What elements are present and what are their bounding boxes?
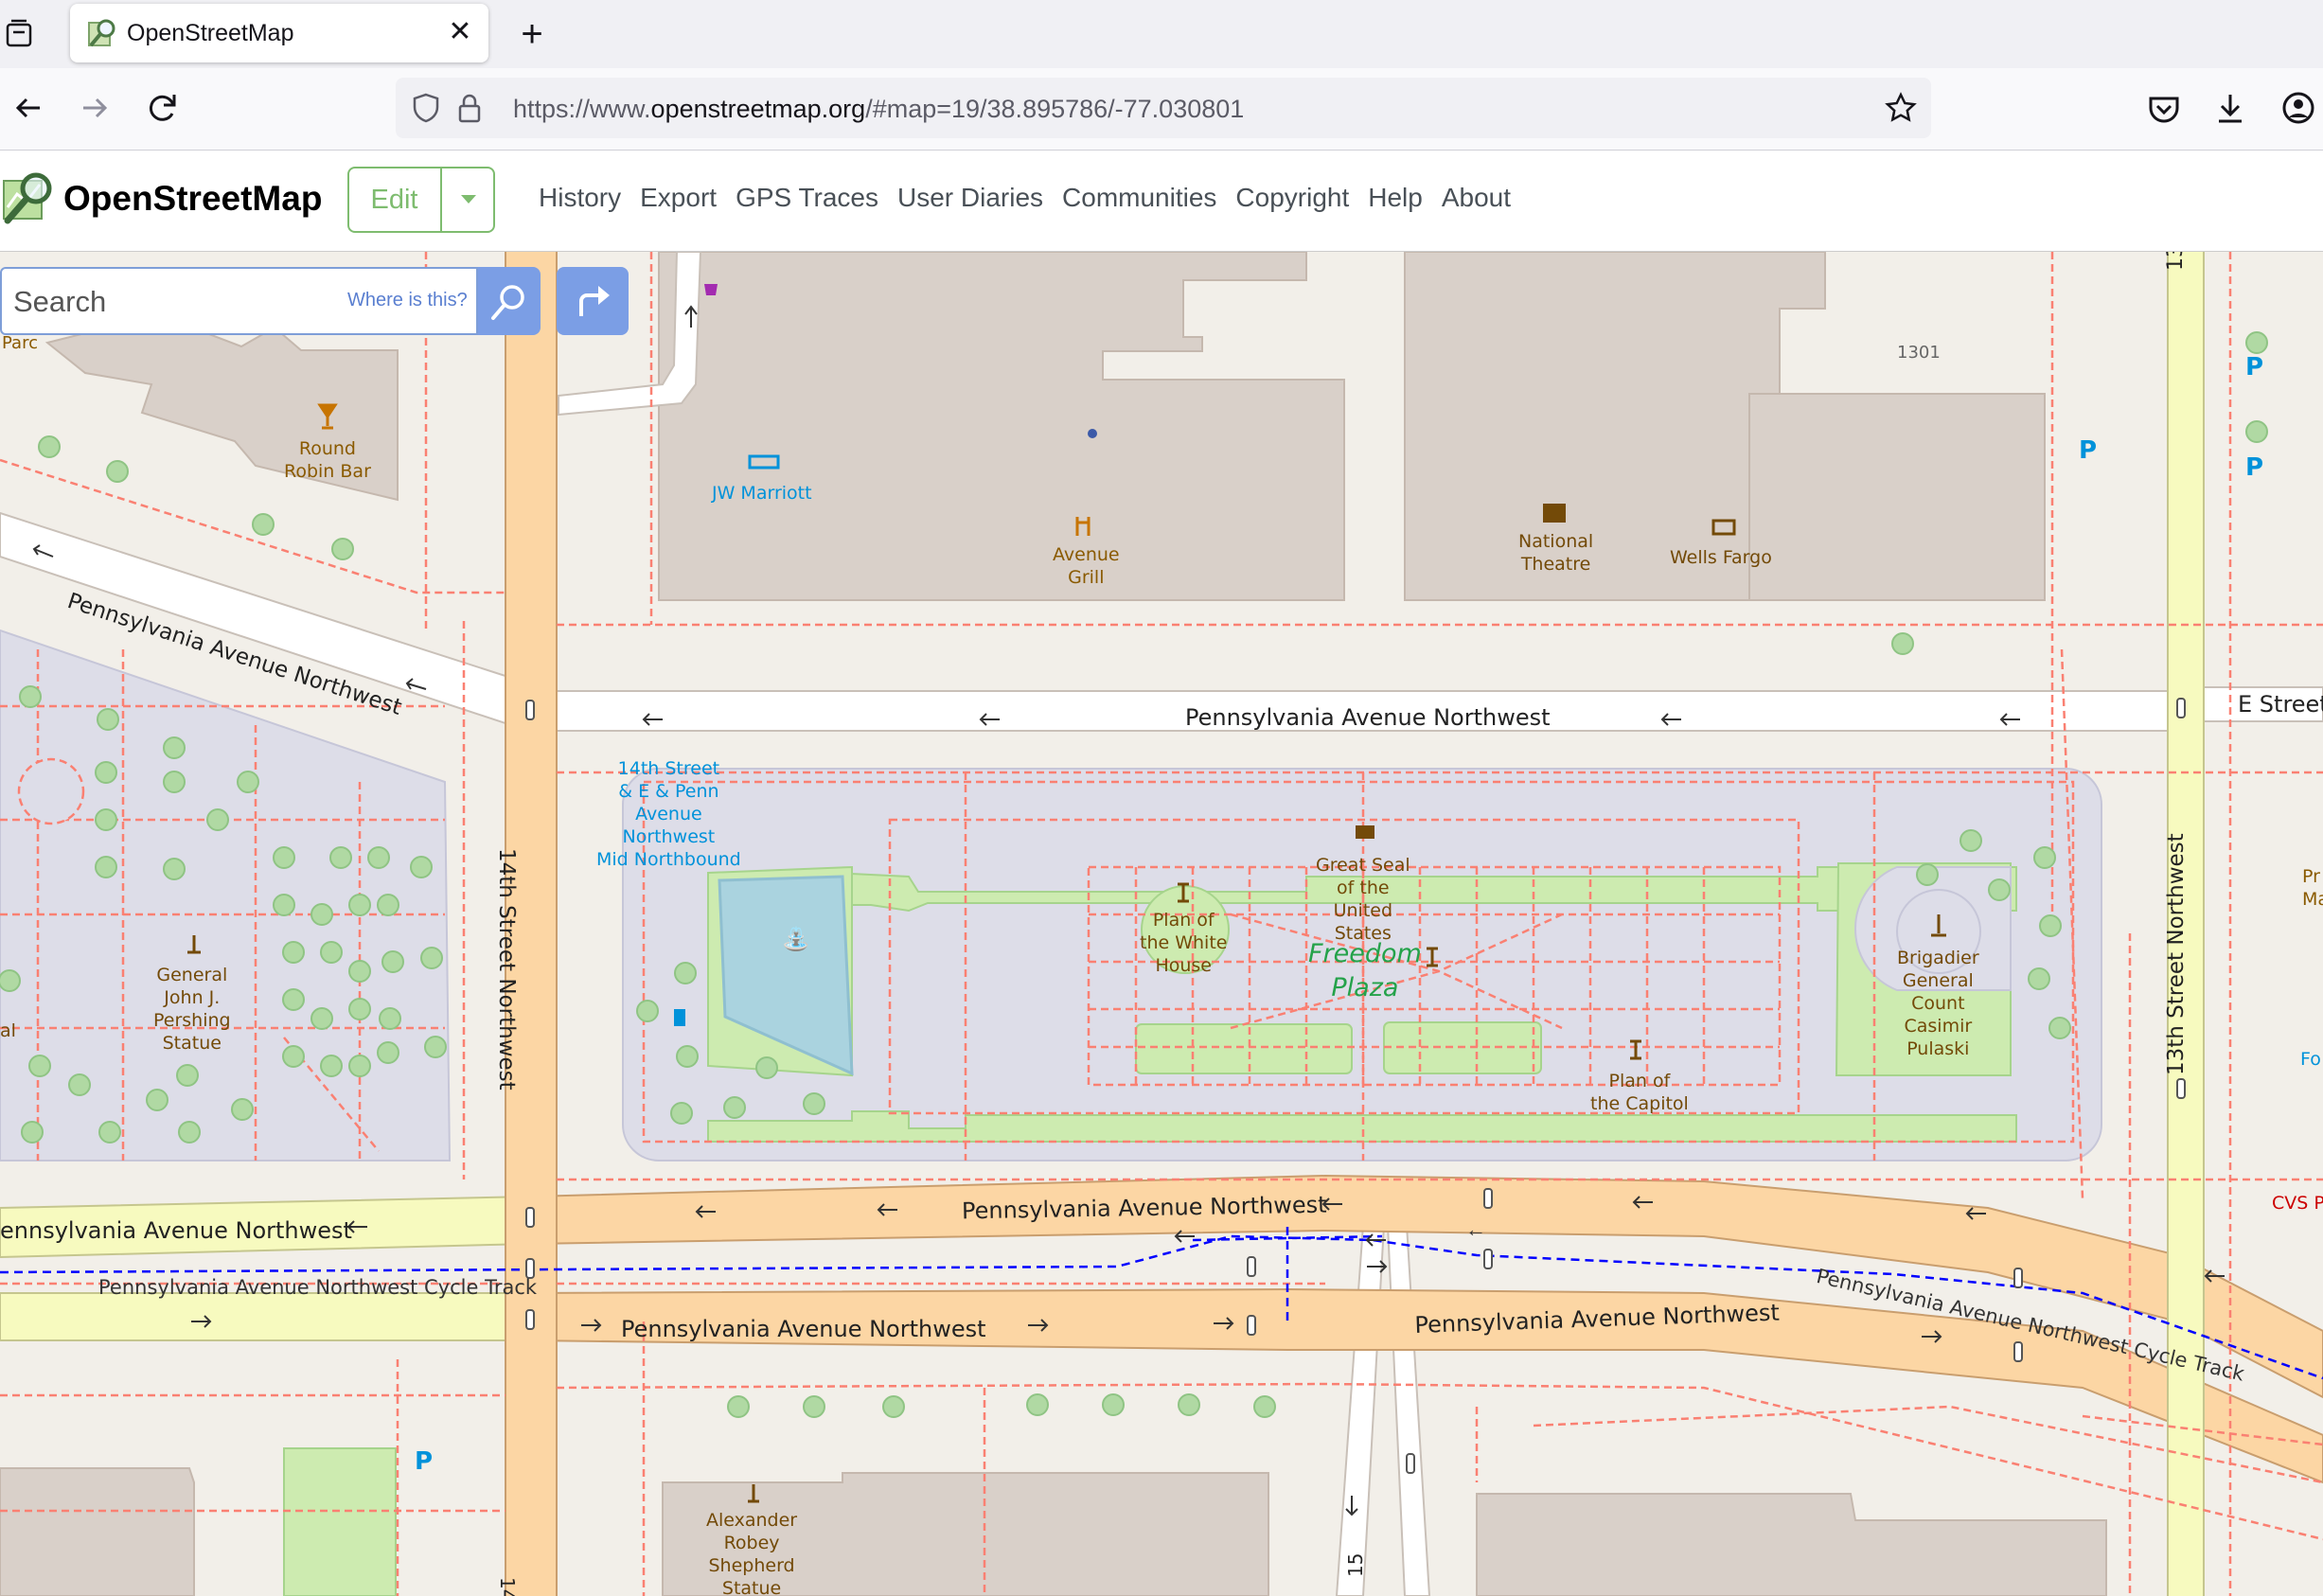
navigation-toolbar: https://www.openstreetmap.org/#map=19/38…: [0, 68, 2323, 151]
magnifier-icon: [491, 285, 524, 320]
nav-link-history[interactable]: History: [539, 183, 621, 213]
osm-header: OpenStreetMap Edit History Export GPS Trac…: [0, 151, 2323, 252]
poi-label-parc: Parc: [2, 333, 38, 353]
back-icon[interactable]: [6, 85, 51, 131]
poi-label-pr-ma: Pr Ma: [2302, 866, 2323, 910]
close-tab-icon[interactable]: ✕: [443, 15, 477, 49]
poi-label-national-theatre: National Theatre: [1518, 531, 1594, 575]
poi-label-pershing: General John J. Pershing Statue: [153, 965, 231, 1054]
poi-label-round-robin: Round Robin Bar: [284, 438, 371, 482]
site-title[interactable]: OpenStreetMap: [63, 179, 322, 219]
poi-label-fo: Fo: [2300, 1049, 2321, 1070]
tab-list-icon[interactable]: [4, 17, 38, 51]
poi-label-shepherd: Alexander Robey Shepherd Statue: [706, 1510, 798, 1596]
url-host: openstreetmap.org: [650, 95, 866, 123]
reload-icon[interactable]: [140, 85, 186, 131]
street-label-penn-mid-left: ennsylvania Avenue Northwest: [0, 1217, 352, 1244]
url-text[interactable]: https://www.openstreetmap.org/#map=19/38…: [513, 95, 1244, 124]
poi-label-jw-marriott: JW Marriott: [712, 483, 812, 504]
nav-link-help[interactable]: Help: [1368, 183, 1423, 213]
pocket-icon[interactable]: [2141, 85, 2187, 131]
tab-title: OpenStreetMap: [127, 20, 294, 46]
poi-label-cvs: CVS P: [2272, 1193, 2323, 1214]
svg-text:P: P: [2245, 453, 2263, 482]
nav-link-export[interactable]: Export: [640, 183, 717, 213]
directions-icon: [579, 286, 610, 316]
nav-link-user-diaries[interactable]: User Diaries: [897, 183, 1043, 213]
nav-link-copyright[interactable]: Copyright: [1235, 183, 1349, 213]
edit-dropdown-button[interactable]: [440, 168, 495, 231]
address-bar[interactable]: https://www.openstreetmap.org/#map=19/38…: [396, 78, 1931, 138]
header-nav: History Export GPS Traces User Diaries Commu…: [539, 183, 1511, 213]
download-icon[interactable]: [2208, 85, 2253, 131]
poi-label-great-seal: Great Seal of the United States: [1316, 855, 1410, 944]
svg-text:P: P: [415, 1447, 433, 1476]
nav-link-about[interactable]: About: [1442, 183, 1511, 213]
svg-text:P: P: [2079, 436, 2097, 465]
poi-label-freedom-plaza: Freedom Plaza: [1308, 939, 1422, 1002]
search-button[interactable]: [478, 267, 541, 335]
street-label-penn-top: Pennsylvania Avenue Northwest: [1185, 704, 1551, 731]
nav-link-communities[interactable]: Communities: [1062, 183, 1216, 213]
osm-favicon-icon: [88, 19, 115, 47]
street-label-e-street: E Street: [2238, 691, 2323, 718]
edit-button-group: Edit: [347, 167, 495, 233]
search-input[interactable]: [11, 282, 328, 322]
street-label-13th: 13th Street Northwest: [2164, 833, 2189, 1075]
search-field: Where is this?: [0, 267, 478, 335]
bookmark-star-icon[interactable]: [1884, 91, 1918, 125]
lock-icon[interactable]: [454, 91, 485, 125]
url-path: /#map=19/38.895786/-77.030801: [865, 95, 1245, 123]
poi-label-bus-stop: 14th Street & E & Penn Avenue Northwest …: [596, 758, 741, 870]
url-prefix: https://www.: [513, 95, 651, 123]
street-label-penn-low-left: Pennsylvania Avenue Northwest: [621, 1316, 986, 1342]
tab-bar: OpenStreetMap ✕ +: [0, 0, 2323, 68]
poi-label-1301: 1301: [1897, 343, 1941, 363]
edit-button[interactable]: Edit: [349, 168, 439, 231]
svg-text:P: P: [2245, 353, 2263, 381]
street-label-15th-bottom: 15: [1344, 1552, 1367, 1577]
street-label-14th-bottom: 14: [496, 1577, 519, 1596]
svg-text:⛲: ⛲: [782, 926, 810, 952]
poi-label-avenue-grill: Avenue Grill: [1053, 544, 1120, 588]
where-is-this-link[interactable]: Where is this?: [347, 290, 468, 311]
directions-button[interactable]: [557, 267, 629, 335]
poi-label-plan-capitol: Plan of the Capitol: [1590, 1071, 1689, 1114]
forward-icon[interactable]: [72, 85, 117, 131]
poi-label-plan-white-house: Plan of the White House: [1140, 910, 1228, 976]
poi-label-al: al: [0, 1020, 16, 1041]
poi-label-wells-fargo: Wells Fargo: [1670, 547, 1772, 568]
browser-tab[interactable]: OpenStreetMap ✕: [70, 4, 488, 62]
street-label-13th-top: 13: [2164, 252, 2188, 271]
street-label-14th: 14th Street Northwest: [494, 848, 519, 1091]
svg-text:←: ←: [1465, 1217, 1486, 1241]
street-label-cycle-left: Pennsylvania Avenue Northwest Cycle Trac…: [98, 1276, 538, 1299]
nav-link-gps-traces[interactable]: GPS Traces: [736, 183, 878, 213]
osm-logo-icon[interactable]: [0, 169, 57, 226]
new-tab-icon[interactable]: +: [511, 13, 553, 55]
poi-label-pulaski: Brigadier General Count Casimir Pulaski: [1897, 948, 1979, 1059]
map-canvas[interactable]: ⛲ P P P P ← Pennsylvania Avenue Northwest …: [0, 252, 2323, 1596]
shield-icon[interactable]: [409, 91, 443, 125]
account-icon[interactable]: [2276, 85, 2321, 131]
